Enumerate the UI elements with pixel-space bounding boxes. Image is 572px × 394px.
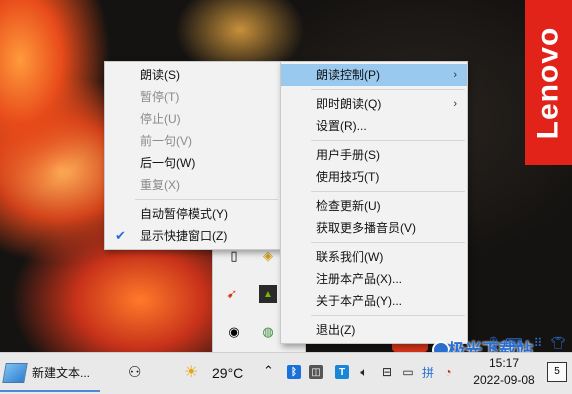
notification-count: 5 bbox=[554, 366, 560, 377]
menu-separator bbox=[311, 315, 465, 316]
checkmark-icon: ✔ bbox=[115, 228, 126, 243]
weather-icon[interactable]: ☀ bbox=[184, 362, 198, 382]
menu-item-more-voices[interactable]: 获取更多播音员(V) bbox=[281, 217, 467, 239]
menu-item-about[interactable]: 关于本产品(Y)... bbox=[281, 290, 467, 312]
menu-item-label: 显示快捷窗口(Z) bbox=[140, 229, 228, 243]
menu-separator bbox=[311, 191, 465, 192]
shirt-icon[interactable]: 👕︎ bbox=[550, 335, 566, 351]
clock-date: 2022-09-08 bbox=[473, 373, 535, 387]
menu-item-register[interactable]: 注册本产品(X)... bbox=[281, 268, 467, 290]
app-tray-icon[interactable]: ◫ bbox=[309, 365, 323, 379]
microphone-icon[interactable]: 🎙︎ bbox=[486, 335, 502, 351]
brand-text: Lenovo bbox=[531, 26, 565, 139]
menu-item-instant-read[interactable]: 即时朗读(Q) › bbox=[281, 93, 467, 115]
menu-item-auto-pause[interactable]: 自动暂停模式(Y) bbox=[105, 203, 280, 225]
nvidia-icon[interactable]: ▲ bbox=[259, 285, 277, 303]
notification-center-button[interactable]: 5 bbox=[547, 362, 567, 382]
menu-item-user-manual[interactable]: 用户手册(S) bbox=[281, 144, 467, 166]
speech-app-icon[interactable]: ◔ bbox=[440, 364, 456, 380]
menu-item-show-quick-window[interactable]: ✔ 显示快捷窗口(Z) bbox=[105, 225, 280, 247]
arrow-app-icon[interactable]: ➹ bbox=[223, 285, 241, 303]
keyboard-icon[interactable]: ⌨ bbox=[505, 335, 522, 351]
menu-item-stop[interactable]: 停止(U) bbox=[105, 108, 280, 130]
menu-separator bbox=[311, 242, 465, 243]
weather-temperature[interactable]: 29°C bbox=[212, 365, 243, 381]
menu-item-label: 朗读控制(P) bbox=[316, 68, 380, 82]
clock-time: 15:17 bbox=[488, 356, 520, 370]
menu-item-next-sentence[interactable]: 后一句(W) bbox=[105, 152, 280, 174]
menu-item-contact-us[interactable]: 联系我们(W) bbox=[281, 246, 467, 268]
record-icon[interactable]: ◉ bbox=[225, 323, 243, 341]
lenovo-banner: Lenovo bbox=[525, 0, 572, 165]
menu-separator bbox=[311, 140, 465, 141]
menu-item-read-control[interactable]: 朗读控制(P) › bbox=[281, 64, 467, 86]
menu-item-pause[interactable]: 暂停(T) bbox=[105, 86, 280, 108]
chevron-up-icon[interactable]: ⌃ bbox=[263, 363, 274, 379]
chevron-right-icon: › bbox=[453, 69, 457, 81]
system-clock[interactable]: 15:17 2022-09-08 bbox=[466, 355, 542, 389]
menu-item-read[interactable]: 朗读(S) bbox=[105, 64, 280, 86]
menu-item-check-update[interactable]: 检查更新(U) bbox=[281, 195, 467, 217]
playback-submenu: 朗读(S) 暂停(T) 停止(U) 前一句(V) 后一句(W) 重复(X) 自动… bbox=[104, 61, 281, 250]
network-icon[interactable]: ⊟ bbox=[379, 364, 395, 380]
battery-icon[interactable]: ▭ bbox=[400, 364, 416, 380]
notepad-icon bbox=[2, 362, 28, 383]
menu-item-previous-sentence[interactable]: 前一句(V) bbox=[105, 130, 280, 152]
taskbar-app-notepad[interactable]: 新建文本... bbox=[0, 355, 100, 392]
t-app-tray-icon[interactable]: T bbox=[335, 365, 349, 379]
chevron-right-icon: › bbox=[453, 98, 457, 110]
volume-icon[interactable]: 🔈︎ bbox=[356, 364, 372, 380]
globe-icon[interactable]: ◍ bbox=[259, 323, 277, 341]
input-method-icon[interactable]: 拼 bbox=[420, 364, 436, 380]
menu-item-label: 即时朗读(Q) bbox=[316, 97, 382, 111]
main-context-menu: 朗读控制(P) › 即时朗读(Q) › 设置(R)... 用户手册(S) 使用技… bbox=[280, 61, 468, 344]
menu-item-exit[interactable]: 退出(Z) bbox=[281, 319, 467, 341]
menu-item-repeat[interactable]: 重复(X) bbox=[105, 174, 280, 196]
bluetooth-tray-icon[interactable]: ᛒ bbox=[287, 365, 301, 379]
people-icon[interactable]: ⚇ bbox=[128, 363, 141, 381]
grid-icon[interactable]: ⠿ bbox=[530, 335, 546, 351]
menu-item-settings[interactable]: 设置(R)... bbox=[281, 115, 467, 137]
taskbar-app-label: 新建文本... bbox=[32, 366, 91, 380]
menu-separator bbox=[311, 89, 465, 90]
menu-item-tips[interactable]: 使用技巧(T) bbox=[281, 166, 467, 188]
menu-separator bbox=[135, 199, 278, 200]
